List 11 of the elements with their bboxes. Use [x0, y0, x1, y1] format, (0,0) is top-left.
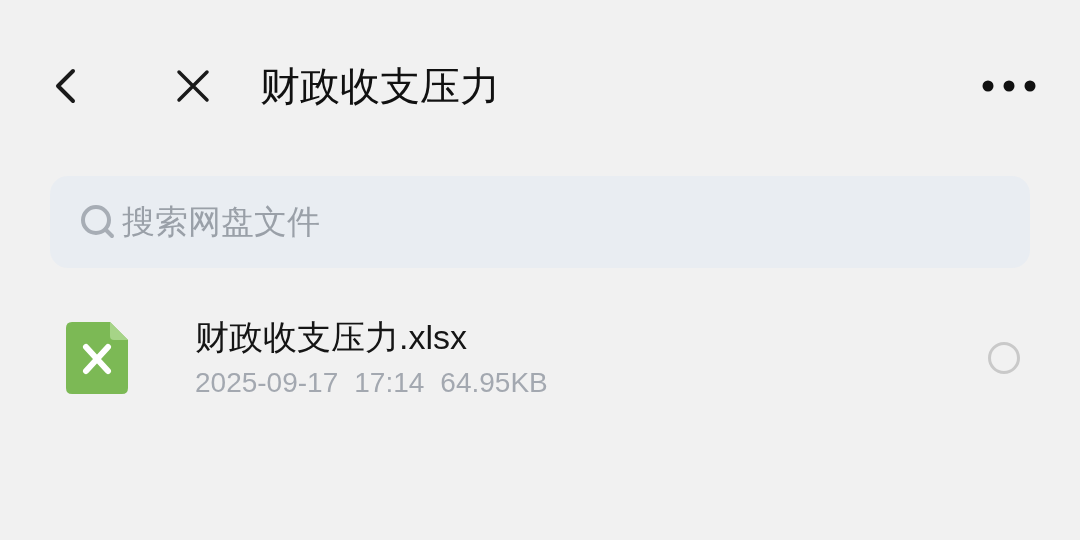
close-icon — [176, 69, 210, 103]
window-title: 财政收支压力 — [260, 63, 500, 110]
back-icon — [53, 68, 77, 104]
more-icon — [982, 80, 1036, 92]
search-field[interactable]: 搜索网盘文件 — [50, 176, 1030, 268]
select-radio[interactable] — [988, 342, 1020, 374]
file-size: 64.95KB — [440, 366, 548, 400]
file-time: 17:14 — [354, 366, 425, 400]
file-date: 2025-09-17 — [195, 366, 339, 400]
file-name[interactable]: 财政收支压力.xlsx — [195, 315, 548, 359]
spreadsheet-file-icon — [66, 322, 128, 394]
